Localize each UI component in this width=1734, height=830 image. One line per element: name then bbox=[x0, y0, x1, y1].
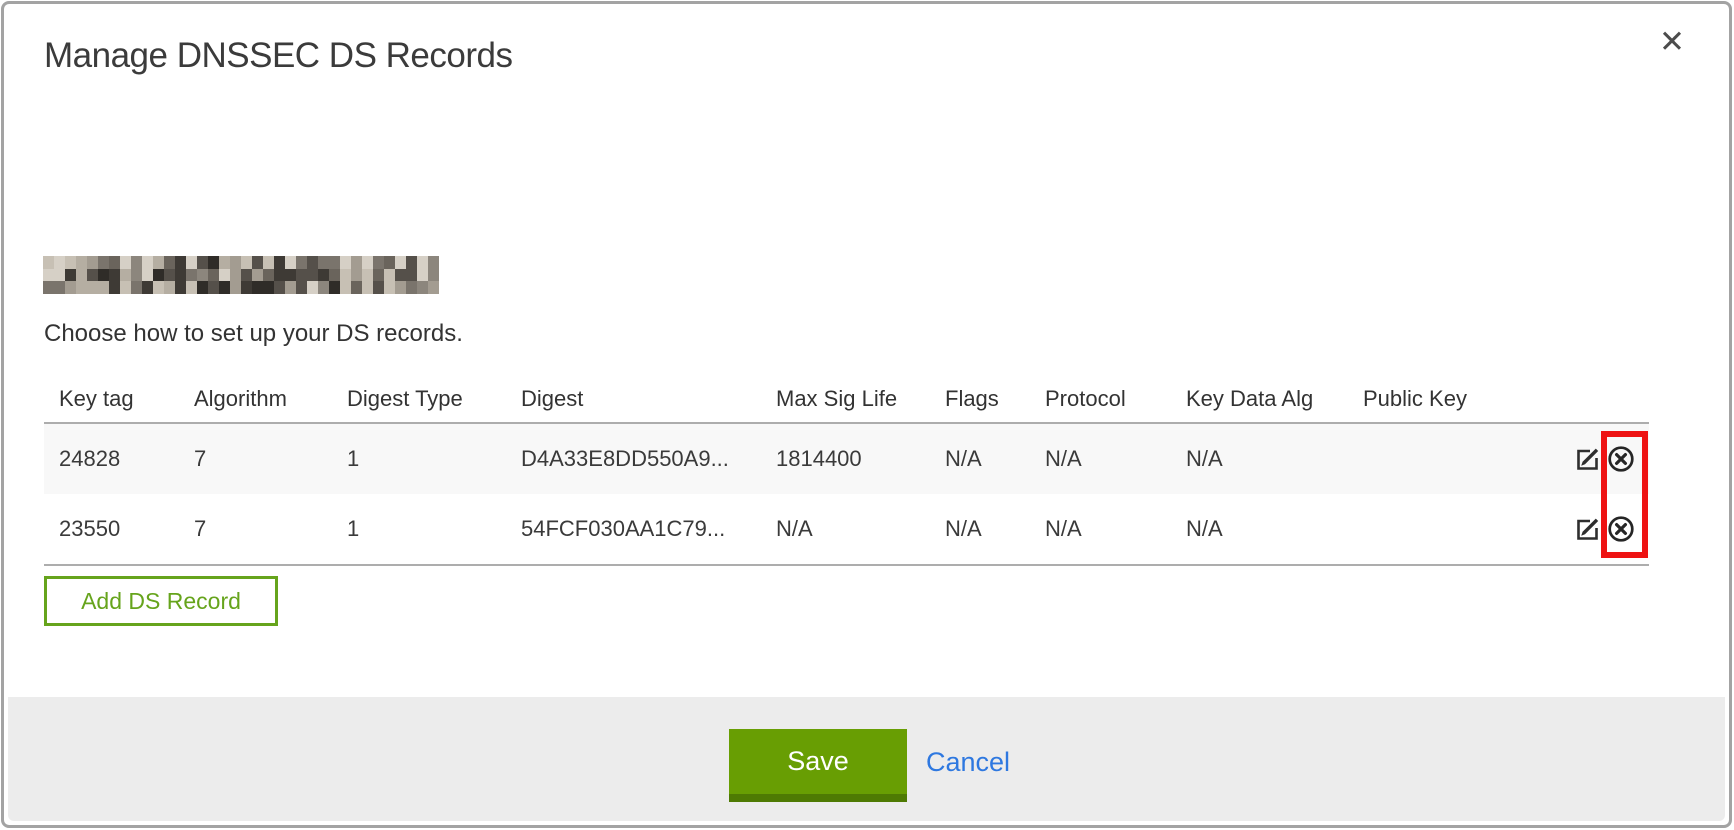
table-cell: N/A bbox=[776, 516, 945, 542]
manage-dnssec-modal: Manage DNSSEC DS Records ✕ Choose how to… bbox=[1, 1, 1732, 828]
table-cell: N/A bbox=[1045, 516, 1186, 542]
column-header: Max Sig Life bbox=[776, 386, 945, 412]
table-header-row: Key tagAlgorithmDigest TypeDigestMax Sig… bbox=[44, 376, 1649, 424]
edit-icon[interactable] bbox=[1575, 516, 1601, 542]
redacted-domain-name bbox=[43, 256, 439, 294]
table-body: 2482871D4A33E8DD550A9...1814400N/AN/AN/A… bbox=[44, 424, 1649, 566]
table-cell: N/A bbox=[945, 446, 1045, 472]
table-cell: 23550 bbox=[59, 516, 194, 542]
instruction-text: Choose how to set up your DS records. bbox=[44, 320, 463, 348]
edit-icon[interactable] bbox=[1575, 446, 1601, 472]
ds-records-table: Key tagAlgorithmDigest TypeDigestMax Sig… bbox=[44, 376, 1649, 566]
delete-icon[interactable] bbox=[1607, 515, 1635, 543]
delete-icon[interactable] bbox=[1607, 445, 1635, 473]
row-actions bbox=[1513, 515, 1649, 543]
column-header: Algorithm bbox=[194, 386, 347, 412]
column-header: Key Data Alg bbox=[1186, 386, 1363, 412]
cancel-link[interactable]: Cancel bbox=[926, 747, 1010, 778]
modal-title: Manage DNSSEC DS Records bbox=[44, 36, 512, 76]
table-cell: 24828 bbox=[59, 446, 194, 472]
table-cell: 54FCF030AA1C79... bbox=[521, 516, 776, 542]
table-cell: 1814400 bbox=[776, 446, 945, 472]
table-cell: N/A bbox=[1186, 446, 1363, 472]
close-icon[interactable]: ✕ bbox=[1659, 26, 1685, 57]
table-cell: N/A bbox=[1186, 516, 1363, 542]
column-header: Digest Type bbox=[347, 386, 521, 412]
row-actions bbox=[1513, 445, 1649, 473]
column-header: Public Key bbox=[1363, 386, 1513, 412]
save-button[interactable]: Save bbox=[729, 729, 907, 802]
table-row: 2482871D4A33E8DD550A9...1814400N/AN/AN/A bbox=[44, 424, 1649, 494]
add-ds-record-button[interactable]: Add DS Record bbox=[44, 576, 278, 626]
table-row: 235507154FCF030AA1C79...N/AN/AN/AN/A bbox=[44, 494, 1649, 564]
modal-footer: Save Cancel bbox=[8, 697, 1725, 821]
table-cell: 1 bbox=[347, 446, 521, 472]
column-header: Digest bbox=[521, 386, 776, 412]
table-cell: D4A33E8DD550A9... bbox=[521, 446, 776, 472]
column-header: Key tag bbox=[59, 386, 194, 412]
table-cell: 1 bbox=[347, 516, 521, 542]
column-header: Protocol bbox=[1045, 386, 1186, 412]
table-cell: 7 bbox=[194, 446, 347, 472]
table-cell: 7 bbox=[194, 516, 347, 542]
table-cell: N/A bbox=[945, 516, 1045, 542]
table-cell: N/A bbox=[1045, 446, 1186, 472]
column-header: Flags bbox=[945, 386, 1045, 412]
